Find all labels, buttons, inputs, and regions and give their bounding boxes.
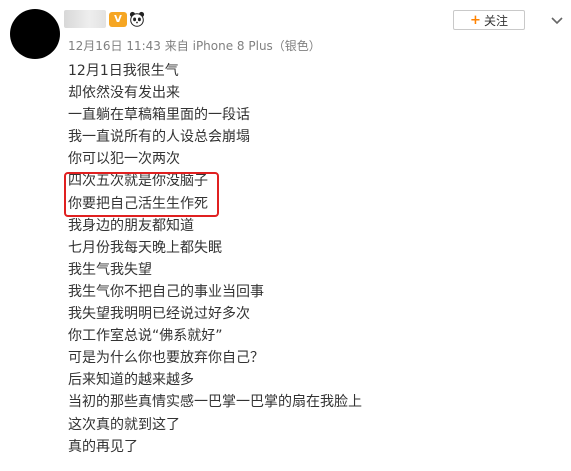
post-line: 我身边的朋友都知道 <box>68 217 194 234</box>
post-line: 12月1日我很生气 <box>68 63 179 79</box>
post-line: 你工作室总说“佛系就好” <box>68 328 223 345</box>
username-blurred[interactable] <box>64 10 106 28</box>
post-source-prefix: 来自 <box>164 39 189 53</box>
post-meta: 12月16日 11:43 来自 iPhone 8 Plus（银色） <box>68 37 321 54</box>
post-line: 当初的那些真情实感一巴掌一巴掌的扇在我脸上 <box>68 394 362 411</box>
post-line: 却依然没有发出来 <box>68 85 180 102</box>
chevron-down-icon[interactable] <box>549 12 565 28</box>
author-badges: V <box>109 10 145 28</box>
post-line: 你可以犯一次两次 <box>68 151 180 168</box>
plus-icon: + <box>470 12 481 28</box>
follow-button-label: 关注 <box>483 13 508 28</box>
post-line: 这次真的就到这了 <box>68 416 180 433</box>
post-line: 我一直说所有的人设总会崩塌 <box>68 129 250 146</box>
post-body: 12月1日我很生气 却依然没有发出来 一直躺在草稿箱里面的一段话 我一直说所有的… <box>68 60 362 458</box>
post-source-device: iPhone 8 Plus（银色） <box>192 39 321 53</box>
avatar[interactable] <box>10 9 60 59</box>
vip-badge-icon: V <box>109 11 127 27</box>
post-line: 我失望我明明已经说过好多次 <box>68 306 250 323</box>
post-line: 七月份我每天晚上都失眠 <box>68 239 222 256</box>
post-line: 我生气我失望 <box>68 261 152 278</box>
follow-button[interactable]: + 关注 <box>453 10 525 30</box>
post-line: 后来知道的越来越多 <box>68 372 194 389</box>
post-line: 我生气你不把自己的事业当回事 <box>68 283 264 300</box>
post-line: 真的再见了 <box>68 438 138 455</box>
panda-icon <box>129 11 145 27</box>
post-timestamp[interactable]: 12月16日 11:43 <box>68 39 161 53</box>
post-line: 可是为什么你也要放弃你自己？ <box>68 350 264 367</box>
red-highlight-box <box>64 172 219 217</box>
post-line: 一直躺在草稿箱里面的一段话 <box>68 107 250 124</box>
